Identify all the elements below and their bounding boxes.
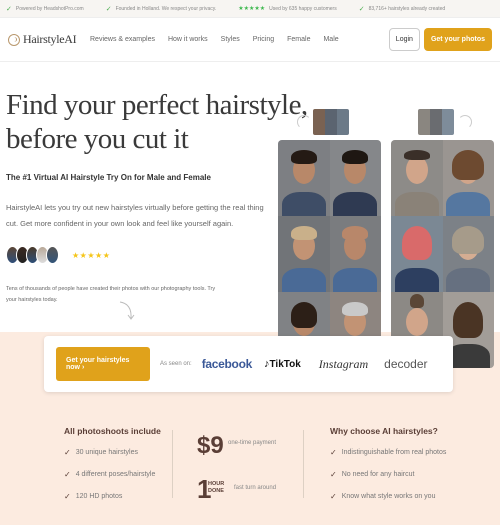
check-icon: ✓ — [64, 470, 71, 479]
nav-link-male[interactable]: Male — [323, 36, 338, 43]
turnaround-unit: HOUR DONE — [208, 481, 225, 494]
topbar-item: ✓ Founded in Holland. We respect your pri… — [105, 5, 217, 13]
get-hairstyles-button[interactable]: Get your hairstyles now › — [56, 347, 150, 381]
hairstyle-photo — [442, 216, 494, 292]
nav-link-how-it-works[interactable]: How it works — [168, 36, 208, 43]
instagram-logo: Instagram — [318, 356, 369, 371]
topbar-item: ✓ Powered by HeadshotPro.com — [6, 5, 84, 13]
avatar — [46, 246, 59, 264]
turnaround-label: fast turn around — [234, 485, 277, 491]
check-icon: ✓ — [105, 5, 112, 13]
male-hairstyle-grid — [278, 140, 381, 368]
list-item: ✓ Indistinguishable from real photos — [330, 448, 447, 457]
nav-link-reviews[interactable]: Reviews & examples — [90, 36, 155, 43]
cta-bar: Get your hairstyles now › As seen on: fa… — [44, 336, 453, 392]
hero-subtitle: The #1 Virtual AI Hairstyle Try On for M… — [6, 173, 211, 182]
topbar-item: ✓ 83,716+ hairstyles already created — [358, 5, 446, 13]
get-photos-button[interactable]: Get your photos — [423, 28, 492, 51]
list-item: ✓ 30 unique hairstyles — [64, 448, 138, 457]
check-icon: ✓ — [64, 492, 71, 501]
check-icon: ✓ — [6, 5, 12, 13]
nav-link-pricing[interactable]: Pricing — [253, 36, 274, 43]
divider — [303, 430, 304, 498]
as-seen-on-label: As seen on: — [160, 361, 192, 367]
list-item: ✓ Know what style works on you — [330, 492, 436, 501]
rating-stars: ★★★★★ — [72, 251, 111, 260]
female-hairstyle-grid — [391, 140, 494, 368]
logo[interactable]: HairstyleAI — [8, 32, 90, 47]
stars-icon: ★★★★★ — [238, 6, 266, 12]
curved-arrow-icon — [458, 115, 472, 129]
male-before-thumbnail — [313, 109, 349, 135]
main-nav: HairstyleAI Reviews & examples How it wo… — [0, 18, 500, 62]
curved-arrow-icon — [119, 301, 135, 320]
hairstyle-photo — [278, 216, 330, 292]
list-item: ✓ 4 different poses/hairstyle — [64, 470, 156, 479]
check-icon: ✓ — [330, 470, 337, 479]
hairstyle-photo — [278, 140, 330, 216]
why-choose: Why choose AI hairstyles? ✓ Indistinguish… — [330, 426, 446, 514]
announcement-bar: ✓ Powered by HeadshotPro.com ✓ Founded in … — [0, 0, 500, 18]
list-item: ✓ No need for any haircut — [330, 470, 415, 479]
nav-link-female[interactable]: Female — [287, 36, 310, 43]
hairstyle-photo — [391, 216, 443, 292]
hairstyle-photo — [329, 216, 381, 292]
login-button[interactable]: Login — [388, 28, 420, 51]
check-icon: ✓ — [64, 448, 71, 457]
check-icon: ✓ — [330, 492, 337, 501]
customer-avatars — [6, 246, 59, 264]
nav-links: Reviews & examples How it works Styles P… — [90, 36, 389, 43]
price-label: one-time payment — [228, 440, 277, 446]
curved-arrow-icon — [297, 115, 311, 129]
topbar-item: ★★★★★ Used by 635 happy customers — [238, 5, 337, 13]
social-proof-text: Tens of thousands of people have created… — [6, 286, 216, 303]
features-right-title: Why choose AI hairstyles? — [330, 426, 438, 436]
logo-icon — [8, 33, 20, 46]
hairstyle-photo — [391, 140, 443, 216]
list-item: ✓ 120 HD photos — [64, 492, 123, 501]
hero-title: Find your perfect hairstyle, before you c… — [6, 89, 308, 155]
hero-description: HairstyleAI lets you try out new hairsty… — [6, 203, 264, 228]
features-left-title: All photoshoots include — [64, 426, 161, 436]
tiktok-logo: ♪TikTok — [263, 358, 301, 370]
decoder-logo: decoder — [384, 357, 428, 371]
check-icon: ✓ — [358, 5, 365, 13]
hairstyle-photo — [329, 140, 381, 216]
nav-link-styles[interactable]: Styles — [221, 36, 240, 43]
price-value: $9 — [197, 432, 224, 459]
divider — [172, 430, 173, 498]
facebook-logo: facebook — [201, 357, 253, 371]
photoshoot-includes: All photoshoots include ✓ 30 unique hairs… — [64, 426, 161, 514]
female-before-thumbnail — [418, 109, 454, 135]
hairstyle-photo — [442, 140, 494, 216]
check-icon: ✓ — [330, 448, 337, 457]
